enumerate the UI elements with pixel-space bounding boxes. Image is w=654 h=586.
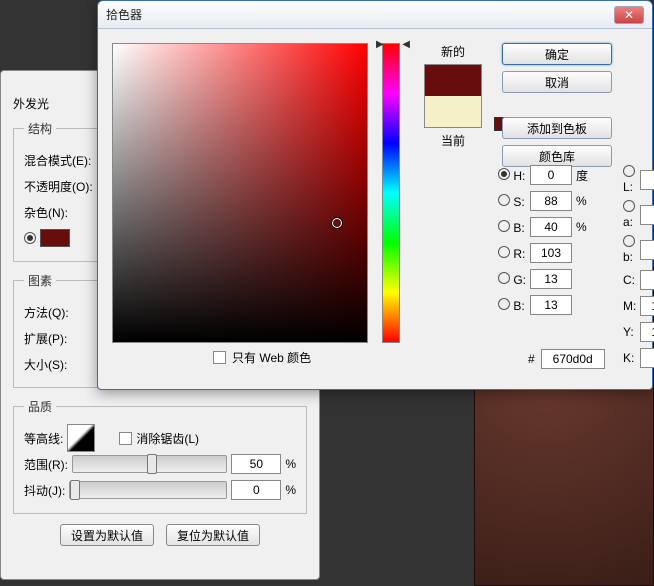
M-label: M:: [623, 299, 636, 313]
add-swatch-button[interactable]: 添加到色板: [502, 117, 612, 139]
L-label: L:: [623, 180, 633, 194]
jitter-label: 抖动(J):: [24, 482, 65, 499]
range-pct: %: [285, 457, 296, 471]
new-label: 新的: [441, 43, 465, 60]
new-color-swatch[interactable]: [425, 65, 481, 96]
hue-strip[interactable]: [382, 43, 400, 343]
make-default-button[interactable]: 设置为默认值: [60, 524, 154, 546]
g-label: G:: [513, 273, 526, 287]
K-input[interactable]: [640, 348, 654, 368]
range-input[interactable]: [231, 454, 281, 474]
titlebar[interactable]: 拾色器 ✕: [98, 1, 652, 29]
lab-cmyk-inputs: L: a: b: C: % M: % Y: % K: %: [623, 165, 654, 368]
spread-label: 扩展(P):: [24, 330, 67, 347]
lab-b-label: b:: [623, 250, 633, 264]
close-button[interactable]: ✕: [614, 6, 644, 24]
current-color-swatch[interactable]: [425, 96, 481, 127]
L-radio[interactable]: [623, 165, 635, 177]
r-label: R:: [513, 247, 525, 261]
contour-picker[interactable]: [67, 424, 95, 452]
antialias-label: 消除锯齿(L): [136, 430, 199, 447]
a-radio[interactable]: [623, 200, 635, 212]
h-label: H:: [513, 169, 525, 183]
color-compare: [424, 64, 482, 128]
jitter-slider[interactable]: [69, 481, 227, 499]
quality-group: 品质 等高线: 消除锯齿(L) 范围(R): % 抖动(J): %: [13, 398, 307, 514]
b-unit: %: [576, 220, 588, 234]
M-input[interactable]: [640, 296, 654, 316]
opacity-label: 不透明度(O):: [24, 178, 93, 195]
web-only-label: 只有 Web 颜色: [232, 349, 311, 366]
color-library-button[interactable]: 颜色库: [502, 145, 612, 167]
antialias-checkbox[interactable]: [119, 432, 132, 445]
color-radio[interactable]: [24, 232, 36, 244]
b-radio[interactable]: [498, 220, 510, 232]
s-input[interactable]: [530, 191, 572, 211]
method-label: 方法(Q):: [24, 304, 69, 321]
saturation-brightness-field[interactable]: [112, 43, 368, 343]
r-input[interactable]: [530, 243, 572, 263]
hex-input[interactable]: [541, 349, 605, 369]
s-label: S:: [513, 195, 524, 209]
web-only-checkbox[interactable]: [213, 351, 226, 364]
structure-legend: 结构: [24, 120, 56, 137]
hash-label: #: [528, 352, 535, 366]
contour-label: 等高线:: [24, 430, 63, 447]
b-input[interactable]: [530, 217, 572, 237]
Y-input[interactable]: [640, 322, 654, 342]
C-input[interactable]: [640, 270, 654, 290]
jitter-pct: %: [285, 483, 296, 497]
color-picker-window: 拾色器 ✕ ▶◀ 新的 当前 确定 取消 添加到色板 颜色库 H:: [97, 0, 653, 390]
bv-radio[interactable]: [498, 298, 510, 310]
noise-label: 杂色(N):: [24, 204, 68, 221]
glow-color-swatch[interactable]: [40, 229, 70, 247]
cancel-button[interactable]: 取消: [502, 71, 612, 93]
lab-b-input[interactable]: [640, 240, 654, 260]
bv-input[interactable]: [530, 295, 572, 315]
range-label: 范围(R):: [24, 456, 68, 473]
lab-b-radio[interactable]: [623, 235, 635, 247]
quality-legend: 品质: [24, 398, 56, 415]
h-input[interactable]: [530, 165, 572, 185]
reset-default-button[interactable]: 复位为默认值: [166, 524, 260, 546]
size-label: 大小(S):: [24, 356, 67, 373]
K-label: K:: [623, 351, 636, 365]
s-radio[interactable]: [498, 194, 510, 206]
current-label: 当前: [441, 132, 465, 149]
L-input[interactable]: [640, 170, 654, 190]
b-label: B:: [513, 221, 524, 235]
h-radio[interactable]: [498, 168, 510, 180]
blend-mode-label: 混合模式(E):: [24, 152, 91, 169]
hue-slider-thumb[interactable]: ▶◀: [376, 39, 410, 50]
h-unit: 度: [576, 167, 588, 184]
jitter-input[interactable]: [231, 480, 281, 500]
r-radio[interactable]: [498, 246, 510, 258]
g-input[interactable]: [530, 269, 572, 289]
ok-button[interactable]: 确定: [502, 43, 612, 65]
g-radio[interactable]: [498, 272, 510, 284]
Y-label: Y:: [623, 325, 636, 339]
a-input[interactable]: [640, 205, 654, 225]
sb-cursor: [332, 218, 342, 228]
hsb-rgb-inputs: H: 度 S: % B: % R: G: B:: [498, 165, 588, 315]
C-label: C:: [623, 273, 636, 287]
a-label: a:: [623, 215, 633, 229]
range-slider[interactable]: [72, 455, 227, 473]
window-title: 拾色器: [106, 6, 608, 23]
elements-legend: 图素: [24, 272, 56, 289]
bv-label: B:: [513, 299, 524, 313]
s-unit: %: [576, 194, 588, 208]
